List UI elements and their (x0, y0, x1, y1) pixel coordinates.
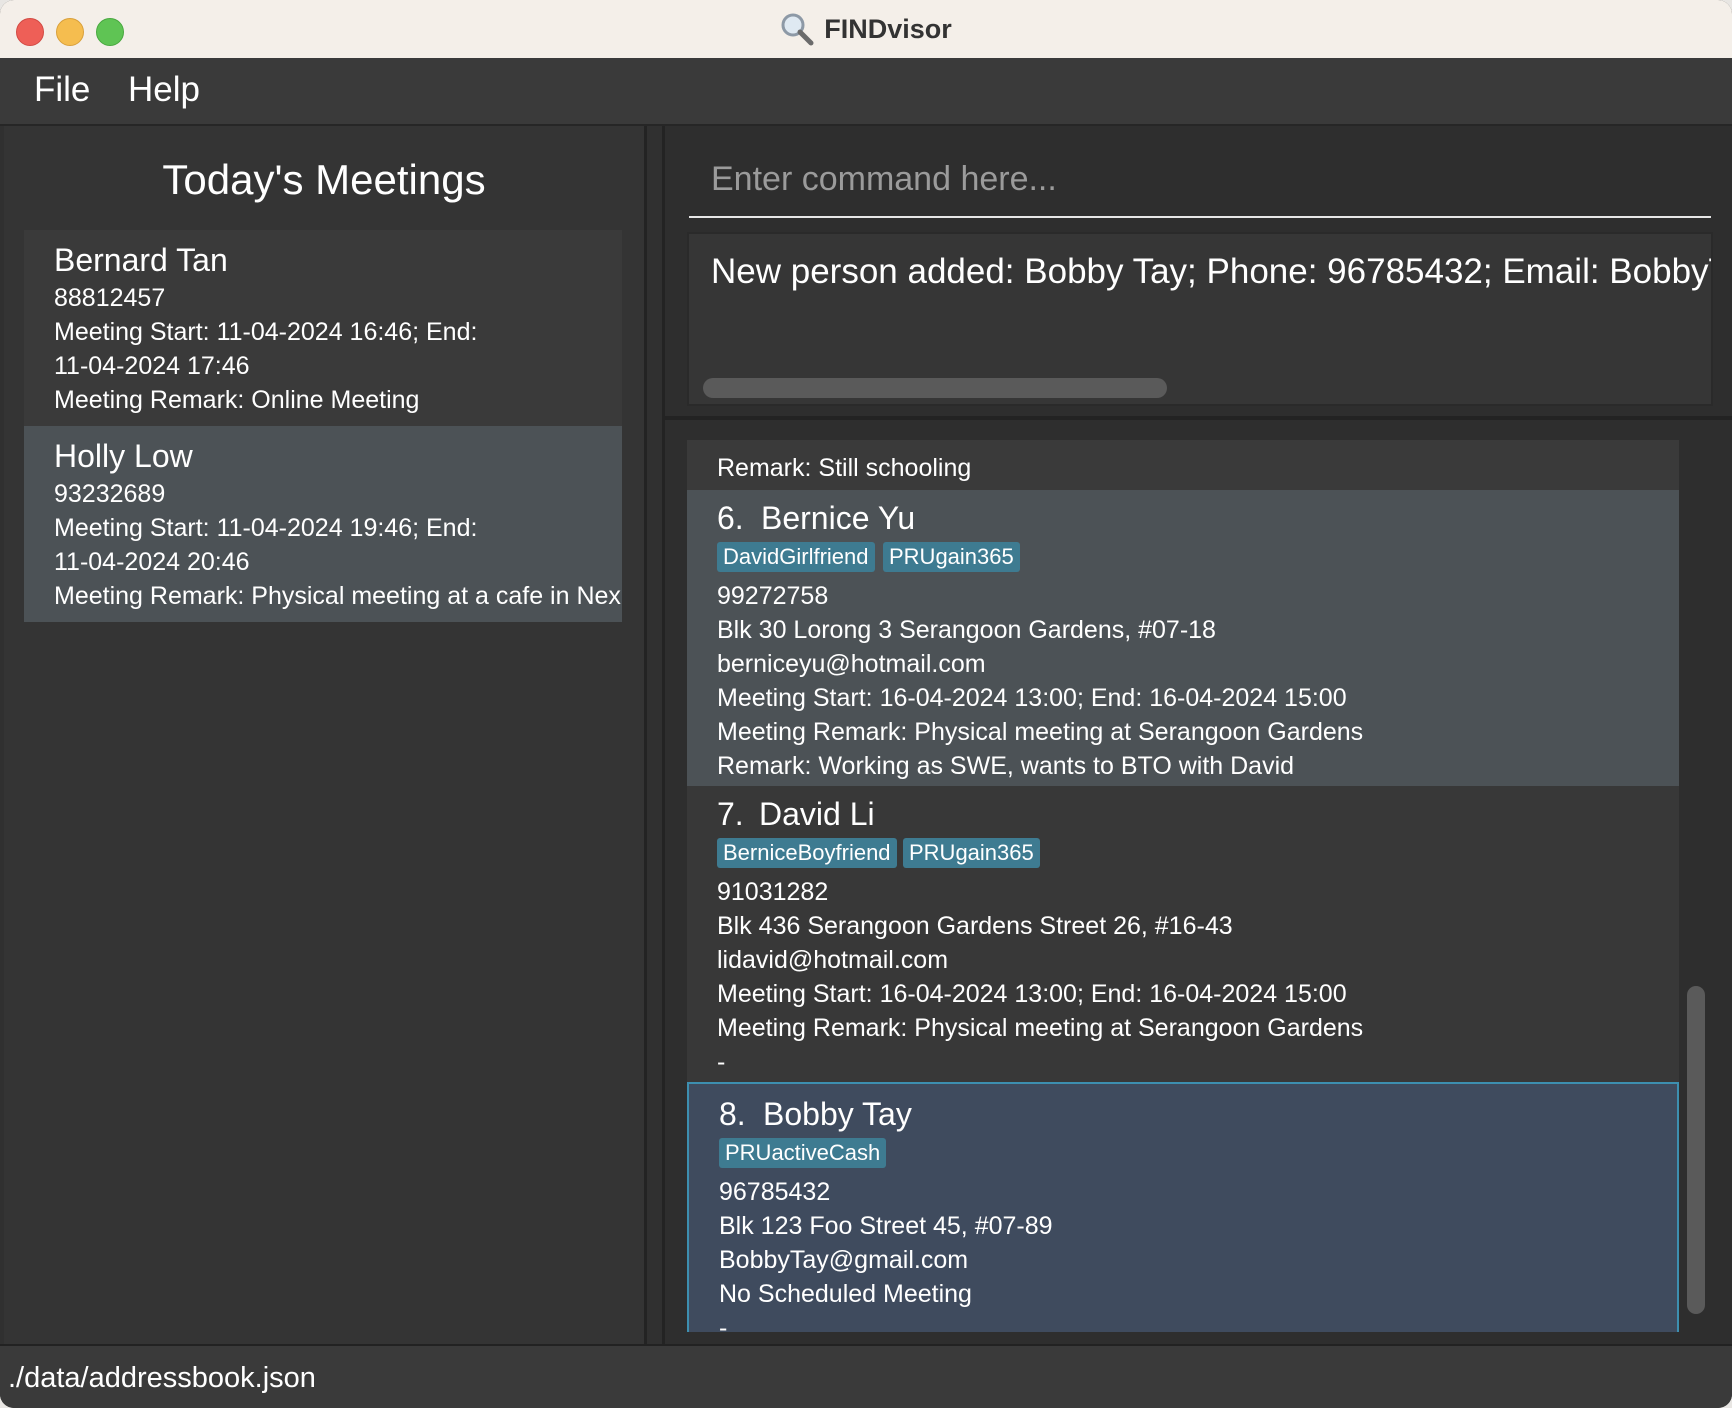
person-address: Blk 30 Lorong 3 Serangoon Gardens, #07-1… (717, 616, 1216, 644)
tag: PRUactiveCash (719, 1138, 887, 1168)
meeting-name: Holly Low (54, 438, 193, 474)
meeting-remark: Meeting Remark: Physical meeting at a ca… (54, 582, 621, 610)
data-file-path: ./data/addressbook.json (8, 1362, 316, 1394)
person-remark: - (719, 1314, 728, 1332)
person-name: Bernice Yu (761, 500, 916, 536)
meeting-phone: 93232689 (54, 480, 166, 508)
person-index: 7. (717, 796, 744, 832)
person-list: Remark: Still schooling 6. Bernice Yu Da… (687, 440, 1687, 1332)
person-index: 8. (719, 1096, 746, 1132)
tag: BerniceBoyfriend (717, 838, 897, 868)
window-title-group: FINDvisor (0, 0, 1732, 58)
tag: PRUgain365 (903, 838, 1040, 868)
person-remark: Remark: Still schooling (717, 454, 972, 482)
magnifier-icon (781, 13, 814, 46)
person-phone: 91031282 (717, 878, 829, 906)
meeting-card[interactable]: Holly Low 93232689 Meeting Start: 11-04-… (24, 426, 622, 622)
menu-bar: File Help (0, 58, 1732, 126)
app-window: FINDvisor File Help Today's Meetings Ber… (0, 0, 1732, 1408)
command-input[interactable] (689, 146, 1711, 212)
person-address: Blk 436 Serangoon Gardens Street 26, #16… (717, 912, 1233, 940)
person-card-selected[interactable]: 8. Bobby Tay PRUactiveCash 96785432 Blk … (687, 1082, 1679, 1332)
status-bar: ./data/addressbook.json (0, 1344, 1732, 1408)
meetings-title: Today's Meetings (162, 156, 486, 203)
result-text: New person added: Bobby Tay; Phone: 9678… (711, 252, 1713, 291)
person-email: BobbyTay@gmail.com (719, 1246, 969, 1274)
meeting-remark: Meeting Remark: Online Meeting (54, 386, 420, 414)
person-index: 6. (717, 500, 744, 536)
meetings-panel: Today's Meetings Bernard Tan 88812457 Me… (4, 126, 647, 1344)
menu-help[interactable]: Help (128, 70, 200, 110)
person-card[interactable]: 7. David Li BerniceBoyfriend PRUgain365 … (687, 786, 1679, 1082)
meeting-time: Meeting Start: 11-04-2024 19:46; End: (54, 514, 478, 542)
person-name: Bobby Tay (763, 1096, 912, 1132)
command-box (689, 146, 1711, 218)
person-remark: Remark: Working as SWE, wants to BTO wit… (717, 752, 1295, 780)
meeting-time: Meeting Start: 11-04-2024 16:46; End: (54, 318, 478, 346)
person-meeting: Meeting Start: 16-04-2024 13:00; End: 16… (717, 684, 1347, 712)
window-title: FINDvisor (824, 13, 952, 44)
person-card[interactable]: Remark: Still schooling (687, 440, 1679, 490)
person-name: David Li (759, 796, 875, 832)
meeting-time-end: 11-04-2024 20:46 (54, 548, 250, 576)
person-meeting-remark: Meeting Remark: Physical meeting at Sera… (717, 1014, 1364, 1042)
title-bar: FINDvisor (0, 0, 1732, 59)
meeting-card[interactable]: Bernard Tan 88812457 Meeting Start: 11-0… (24, 230, 622, 426)
person-meeting: No Scheduled Meeting (719, 1280, 972, 1308)
person-email: lidavid@hotmail.com (717, 946, 949, 974)
person-card[interactable]: 6. Bernice Yu DavidGirlfriend PRUgain365… (687, 490, 1679, 786)
menu-file[interactable]: File (34, 70, 90, 110)
tag: PRUgain365 (883, 542, 1020, 572)
person-remark: - (717, 1048, 726, 1076)
vertical-scrollbar[interactable] (1687, 986, 1705, 1314)
person-phone: 96785432 (719, 1178, 831, 1206)
meeting-time-end: 11-04-2024 17:46 (54, 352, 250, 380)
person-phone: 99272758 (717, 582, 829, 610)
horizontal-scrollbar[interactable] (703, 378, 1167, 398)
person-meeting-remark: Meeting Remark: Physical meeting at Sera… (717, 718, 1364, 746)
panel-divider (665, 416, 1732, 420)
meeting-phone: 88812457 (54, 284, 166, 312)
person-email: berniceyu@hotmail.com (717, 650, 986, 678)
result-display[interactable]: New person added: Bobby Tay; Phone: 9678… (687, 232, 1713, 406)
person-meeting: Meeting Start: 16-04-2024 13:00; End: 16… (717, 980, 1347, 1008)
person-address: Blk 123 Foo Street 45, #07-89 (719, 1212, 1053, 1240)
tag: DavidGirlfriend (717, 542, 875, 572)
main-panel: New person added: Bobby Tay; Phone: 9678… (662, 126, 1732, 1344)
meeting-name: Bernard Tan (54, 242, 228, 278)
